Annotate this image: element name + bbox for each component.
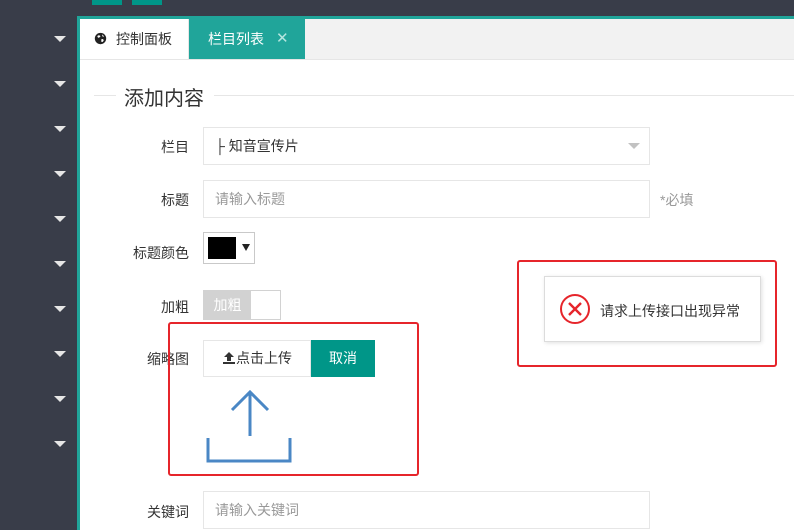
chevron-down-icon[interactable]	[54, 36, 66, 42]
chevron-down-icon[interactable]	[54, 126, 66, 132]
color-swatch	[208, 237, 236, 259]
title-label: 标题	[161, 192, 189, 208]
globe-icon	[94, 32, 107, 45]
bold-switch[interactable]: 加粗	[203, 290, 281, 320]
tab-label: 控制面板	[116, 31, 172, 47]
category-select[interactable]: ├ 知音宣传片	[203, 127, 650, 165]
chevron-down-icon	[628, 143, 640, 149]
header-nav-item[interactable]	[92, 0, 122, 5]
chevron-down-icon[interactable]	[54, 171, 66, 177]
tab-label: 栏目列表	[208, 31, 264, 47]
keywords-input[interactable]	[203, 491, 650, 529]
category-label: 栏目	[161, 139, 189, 155]
content-border	[77, 16, 80, 530]
keywords-label: 关键词	[147, 504, 189, 520]
tab-category-list[interactable]: 栏目列表 ✕	[189, 19, 305, 59]
divider	[94, 95, 116, 96]
chevron-down-icon[interactable]	[54, 351, 66, 357]
switch-text: 加粗	[204, 291, 251, 319]
annotation-box	[517, 260, 777, 367]
section-title: 添加内容	[124, 88, 204, 110]
title-input[interactable]	[203, 180, 650, 218]
chevron-down-icon[interactable]	[54, 216, 66, 222]
chevron-down-icon[interactable]	[54, 306, 66, 312]
color-picker[interactable]	[203, 232, 255, 264]
chevron-down-icon[interactable]	[54, 441, 66, 447]
chevron-down-icon[interactable]	[54, 396, 66, 402]
required-hint: *必填	[660, 192, 694, 208]
chevron-down-icon[interactable]	[54, 261, 66, 267]
title-color-label: 标题颜色	[133, 245, 189, 261]
bold-label: 加粗	[161, 299, 189, 315]
caret-down-icon	[242, 244, 250, 251]
annotation-box	[168, 322, 419, 476]
sidebar	[0, 0, 77, 530]
header-nav-item[interactable]	[132, 0, 162, 5]
chevron-down-icon[interactable]	[54, 81, 66, 87]
tab-bar: 控制面板 栏目列表 ✕	[80, 19, 794, 60]
tab-dashboard[interactable]: 控制面板	[80, 19, 189, 59]
close-icon[interactable]: ✕	[276, 19, 289, 59]
divider	[214, 95, 794, 96]
top-header-bar	[77, 0, 794, 16]
